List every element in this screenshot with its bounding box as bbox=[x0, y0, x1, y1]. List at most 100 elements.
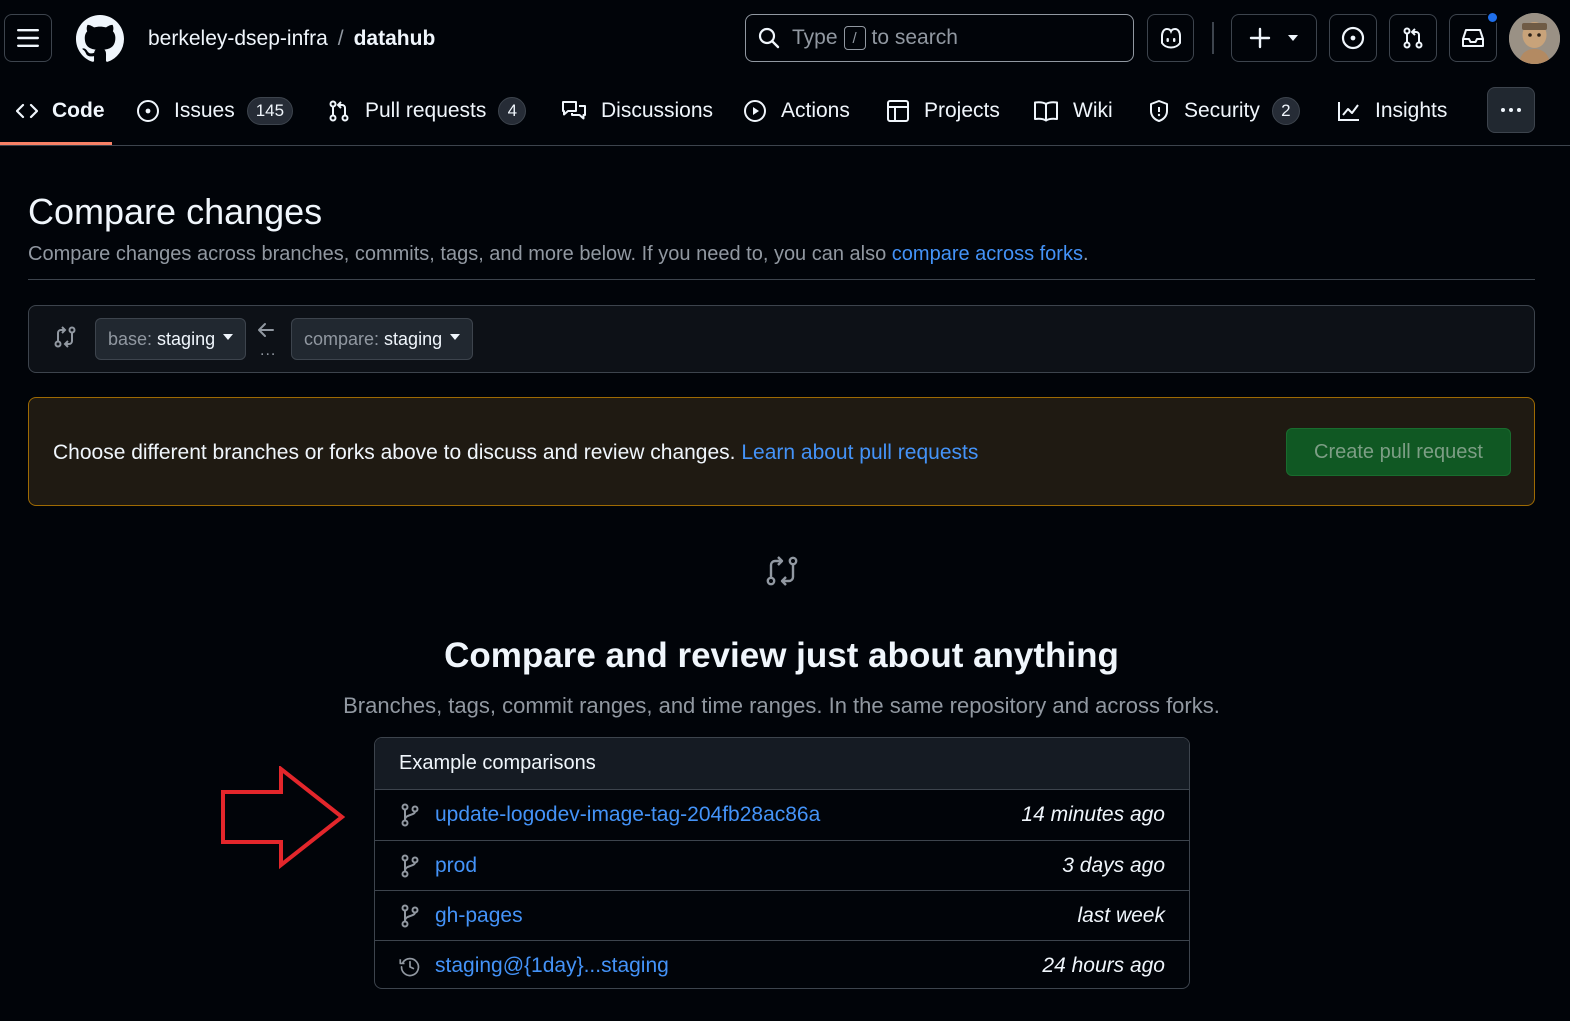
search-input[interactable]: Type / to search bbox=[745, 14, 1134, 62]
tab-code[interactable]: Code bbox=[16, 78, 105, 144]
triangle-down-icon bbox=[450, 334, 461, 340]
tab-pull-requests-label: Pull requests bbox=[365, 99, 487, 122]
tab-code-label: Code bbox=[52, 99, 105, 122]
tab-actions-label: Actions bbox=[781, 99, 850, 122]
tab-insights-label: Insights bbox=[1375, 99, 1448, 122]
blankslate-description: Branches, tags, commit ranges, and time … bbox=[343, 693, 1220, 718]
tab-issues-label: Issues bbox=[174, 99, 235, 122]
global-header: berkeley-dsep-infra / datahub Type / to se… bbox=[0, 0, 1570, 78]
triangle-down-icon bbox=[223, 334, 234, 340]
avatar[interactable] bbox=[1509, 13, 1560, 64]
shield-icon bbox=[1150, 100, 1168, 122]
tab-security[interactable]: Security 2 bbox=[1148, 78, 1300, 144]
git-compare-icon bbox=[766, 556, 798, 586]
book-icon bbox=[1034, 101, 1058, 122]
breadcrumb-separator: / bbox=[337, 27, 344, 50]
copilot-icon bbox=[1160, 27, 1181, 49]
comparison-link[interactable]: prod bbox=[435, 854, 1062, 878]
tab-projects[interactable]: Projects bbox=[886, 78, 1000, 144]
comparison-link[interactable]: gh-pages bbox=[435, 904, 1077, 928]
issues-button[interactable] bbox=[1329, 14, 1377, 62]
git-pull-request-icon bbox=[1403, 27, 1423, 49]
warning-flash: Choose different branches or forks above… bbox=[28, 397, 1535, 506]
learn-pull-requests-link[interactable]: Learn about pull requests bbox=[741, 441, 978, 464]
security-count-badge: 2 bbox=[1271, 97, 1300, 125]
search-placeholder-prefix: Type bbox=[792, 26, 838, 49]
tab-security-label: Security bbox=[1184, 99, 1260, 122]
comparison-time: 3 days ago bbox=[1062, 853, 1165, 877]
range-editor: base: staging ... compare: staging bbox=[28, 305, 1535, 373]
base-branch-select[interactable]: base: staging bbox=[95, 318, 247, 360]
compare-branch-name: staging bbox=[384, 328, 443, 349]
flash-message: Choose different branches or forks above… bbox=[53, 440, 978, 466]
play-icon bbox=[744, 100, 766, 122]
tab-actions[interactable]: Actions bbox=[743, 78, 850, 144]
more-tabs-button[interactable] bbox=[1487, 87, 1535, 133]
page-description-text: Compare changes across branches, commits… bbox=[28, 243, 892, 265]
comparison-time: 24 hours ago bbox=[1042, 953, 1165, 977]
open-menu-button[interactable] bbox=[4, 14, 52, 62]
header-divider bbox=[1212, 22, 1214, 54]
plus-icon bbox=[1249, 27, 1271, 49]
triangle-down-icon bbox=[1288, 35, 1298, 41]
comparison-link[interactable]: update-logodev-image-tag-204fb28ac86a bbox=[435, 803, 1021, 827]
search-placeholder-suffix: to search bbox=[871, 26, 958, 49]
git-pull-request-icon bbox=[329, 100, 349, 122]
flash-message-text: Choose different branches or forks above… bbox=[53, 441, 742, 464]
divider bbox=[28, 279, 1535, 280]
git-branch-icon bbox=[401, 904, 419, 927]
tab-insights[interactable]: Insights bbox=[1337, 78, 1447, 144]
owner-link[interactable]: berkeley-dsep-infra bbox=[148, 27, 328, 50]
page-description: Compare changes across branches, commits… bbox=[28, 241, 1089, 267]
list-item[interactable]: staging@{1day}...staging 24 hours ago bbox=[375, 940, 1189, 988]
tab-projects-label: Projects bbox=[924, 99, 1000, 122]
notification-indicator bbox=[1486, 11, 1499, 24]
comparison-time: last week bbox=[1077, 903, 1165, 927]
active-tab-underline bbox=[0, 142, 112, 145]
tab-pull-requests[interactable]: Pull requests 4 bbox=[327, 78, 527, 144]
git-branch-icon bbox=[401, 803, 419, 827]
search-icon bbox=[758, 27, 780, 49]
repo-link[interactable]: datahub bbox=[354, 27, 436, 50]
pull-requests-button[interactable] bbox=[1389, 14, 1437, 62]
base-branch-name: staging bbox=[157, 328, 216, 349]
tab-issues[interactable]: Issues 145 bbox=[136, 78, 294, 144]
tab-discussions[interactable]: Discussions bbox=[561, 78, 713, 144]
tab-wiki[interactable]: Wiki bbox=[1033, 78, 1113, 144]
comparison-link[interactable]: staging@{1day}...staging bbox=[435, 954, 1042, 978]
three-bars-icon bbox=[17, 29, 39, 47]
git-compare-icon bbox=[54, 326, 76, 348]
repo-breadcrumb: berkeley-dsep-infra / datahub bbox=[148, 26, 435, 52]
page-title: Compare changes bbox=[28, 191, 323, 232]
issue-opened-icon bbox=[137, 100, 159, 122]
copilot-button[interactable] bbox=[1147, 14, 1194, 62]
list-item[interactable]: gh-pages last week bbox=[375, 890, 1189, 940]
arrow-left-icon bbox=[258, 323, 274, 337]
page-description-end: . bbox=[1082, 243, 1089, 265]
list-item[interactable]: prod 3 days ago bbox=[375, 840, 1189, 890]
annotation-arrow-icon bbox=[221, 766, 346, 870]
comparison-time: 14 minutes ago bbox=[1021, 803, 1165, 826]
issue-opened-icon bbox=[1341, 26, 1365, 50]
comment-discussion-icon bbox=[562, 101, 586, 120]
github-logo-icon[interactable] bbox=[76, 15, 124, 63]
example-comparisons-heading: Example comparisons bbox=[375, 738, 1189, 790]
compare-across-forks-link[interactable]: compare across forks bbox=[892, 243, 1083, 265]
compare-branch-prefix: compare: bbox=[304, 328, 380, 349]
repository-nav: Code Issues 145 Pull requests 4 Discussi… bbox=[0, 78, 1570, 146]
example-comparisons-box: Example comparisons update-logodev-image… bbox=[374, 737, 1190, 989]
compare-branch-select[interactable]: compare: staging bbox=[291, 318, 474, 360]
create-pull-request-button[interactable]: Create pull request bbox=[1286, 428, 1511, 476]
base-branch-prefix: base: bbox=[108, 328, 153, 349]
git-branch-icon bbox=[401, 854, 419, 877]
code-icon bbox=[16, 103, 38, 119]
history-icon bbox=[399, 957, 420, 976]
graph-icon bbox=[1338, 102, 1359, 121]
tab-discussions-label: Discussions bbox=[601, 99, 714, 122]
blankslate-heading: Compare and review just about anything bbox=[444, 636, 1119, 675]
inbox-icon bbox=[1462, 29, 1484, 47]
create-new-button[interactable] bbox=[1231, 14, 1317, 62]
pull-requests-count-badge: 4 bbox=[498, 97, 527, 125]
table-icon bbox=[887, 100, 909, 122]
list-item[interactable]: update-logodev-image-tag-204fb28ac86a 14… bbox=[375, 790, 1189, 840]
